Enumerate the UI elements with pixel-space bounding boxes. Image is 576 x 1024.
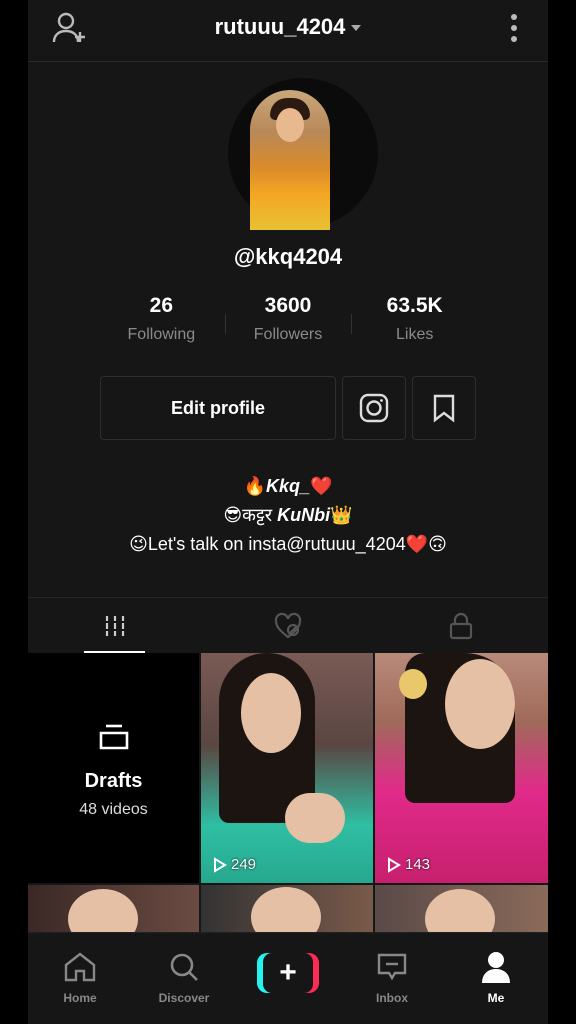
- bio-line-1: 🔥Kkq_❤️: [28, 472, 548, 501]
- video-thumbnail[interactable]: 249: [201, 653, 373, 883]
- stat-likes[interactable]: 63.5K Likes: [351, 294, 478, 354]
- drafts-count: 48 videos: [79, 801, 148, 818]
- plus-icon: +: [257, 953, 319, 993]
- edit-profile-button[interactable]: Edit profile: [100, 376, 336, 440]
- video-thumbnail[interactable]: [375, 885, 548, 935]
- instagram-icon: [359, 393, 389, 423]
- play-icon: [388, 856, 401, 873]
- thumb-face: [425, 889, 495, 935]
- profile-handle: @kkq4204: [233, 244, 343, 269]
- bio-insta-text: Let's talk on insta@rutuuu_4204: [147, 534, 406, 554]
- heart-upside-down-emoji: ❤️🙃: [405, 534, 447, 554]
- nav-inbox-label: Inbox: [376, 991, 408, 1005]
- bio-hindi-text: कट्टर: [242, 505, 278, 525]
- tab-videos[interactable]: [28, 598, 201, 653]
- top-bar: rutuuu_4204: [28, 0, 548, 62]
- inbox-icon: [377, 953, 407, 981]
- favorites-button[interactable]: [412, 376, 476, 440]
- thumb-hands: [285, 793, 345, 843]
- view-count-text: 143: [405, 856, 431, 873]
- plus-symbol: +: [263, 953, 313, 993]
- following-label: Following: [127, 326, 196, 343]
- crown-emoji: 👑: [330, 505, 353, 525]
- nav-home-label: Home: [63, 991, 97, 1005]
- bio-kunbi-text: KuNbi: [277, 505, 331, 525]
- view-count: 143: [387, 856, 430, 873]
- nav-me-label: Me: [487, 991, 505, 1005]
- bio-line-2: 😎कट्टर KuNbi👑: [28, 501, 548, 530]
- bottom-navigation: Home Discover + Inbox Me: [28, 932, 548, 1024]
- drafts-title: Drafts: [84, 770, 143, 792]
- drafts-tray-icon: [28, 723, 199, 756]
- heart-emoji: ❤️: [310, 476, 333, 496]
- profile-actions: Edit profile: [100, 376, 476, 440]
- create-video-button[interactable]: +: [236, 933, 340, 1024]
- heart-hidden-icon: [274, 612, 302, 638]
- nav-discover-label: Discover: [158, 991, 210, 1005]
- tab-liked[interactable]: [201, 598, 374, 653]
- following-count: 26: [149, 294, 174, 317]
- avatar-face: [276, 108, 304, 142]
- search-icon: [170, 953, 198, 981]
- wink-emoji: 😉: [129, 534, 148, 554]
- nav-discover[interactable]: Discover: [132, 933, 236, 1024]
- nav-me[interactable]: Me: [444, 933, 548, 1024]
- tab-private[interactable]: [375, 598, 548, 653]
- profile-bio: 🔥Kkq_❤️ 😎कट्टर KuNbi👑 😉Let's talk on ins…: [28, 472, 548, 559]
- video-grid: Drafts 48 videos 249 143: [28, 653, 548, 935]
- view-count: 249: [213, 856, 256, 873]
- video-thumbnail[interactable]: [28, 885, 199, 935]
- stat-followers[interactable]: 3600 Followers: [224, 294, 352, 354]
- thumb-face: [68, 889, 138, 935]
- likes-count: 63.5K: [386, 294, 443, 317]
- username-switcher[interactable]: rutuuu_4204: [28, 14, 548, 40]
- stat-following[interactable]: 26 Following: [98, 294, 225, 354]
- followers-label: Followers: [253, 326, 323, 343]
- bio-line-3: 😉Let's talk on insta@rutuuu_4204❤️🙃: [28, 530, 548, 559]
- thumb-earring: [399, 669, 427, 699]
- likes-label: Likes: [396, 326, 434, 343]
- followers-count: 3600: [264, 294, 312, 317]
- instagram-button[interactable]: [342, 376, 406, 440]
- videos-grid-icon: [103, 615, 126, 636]
- more-options-icon[interactable]: [506, 12, 522, 44]
- fire-emoji: 🔥: [243, 476, 266, 496]
- nav-inbox[interactable]: Inbox: [340, 933, 444, 1024]
- profile-screen: rutuuu_4204 @kkq4204 26 Following 3600 F…: [28, 0, 548, 1024]
- thumb-face: [241, 673, 301, 753]
- video-thumbnail[interactable]: 143: [375, 653, 548, 883]
- chevron-down-icon: [351, 25, 362, 32]
- bookmark-icon: [433, 394, 455, 423]
- drafts-tile[interactable]: Drafts 48 videos: [28, 653, 199, 883]
- nav-home[interactable]: Home: [28, 933, 132, 1024]
- profile-stats: 26 Following 3600 Followers 63.5K Likes: [98, 294, 478, 354]
- video-thumbnail[interactable]: [201, 885, 373, 935]
- username-title: rutuuu_4204: [214, 14, 346, 39]
- play-icon: [214, 856, 227, 873]
- sunglasses-emoji: 😎: [223, 505, 243, 525]
- home-icon: [64, 952, 96, 982]
- view-count-text: 249: [231, 856, 257, 873]
- profile-icon: [482, 952, 510, 983]
- lock-icon: [450, 612, 473, 639]
- thumb-face: [445, 659, 515, 749]
- thumb-face: [251, 887, 321, 935]
- bio-name: Kkq_: [265, 476, 310, 496]
- content-tabs: [28, 597, 548, 653]
- avatar[interactable]: [250, 90, 330, 230]
